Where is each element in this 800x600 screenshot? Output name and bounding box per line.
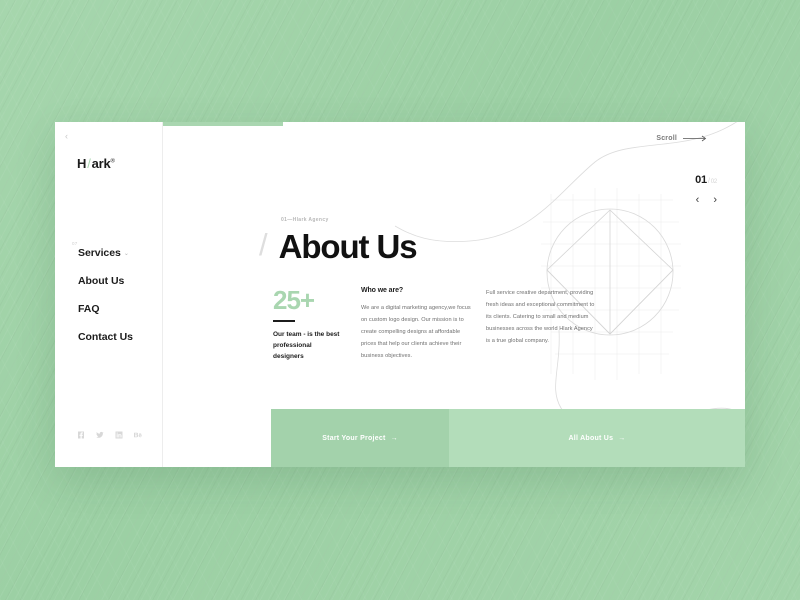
twitter-icon[interactable] <box>96 431 104 439</box>
sidebar-item-label: Services <box>78 247 121 259</box>
sidebar-item-contact-us[interactable]: Contact Us <box>78 331 133 343</box>
stat-divider <box>273 320 295 322</box>
arrow-right-icon: → <box>618 434 626 442</box>
next-slide-button[interactable]: › <box>713 195 717 206</box>
arrow-right-icon: → <box>390 434 398 442</box>
facebook-icon[interactable] <box>77 431 85 439</box>
copy-column-title: Who we are? <box>361 287 404 294</box>
slider-arrows: ‹ › <box>695 195 717 206</box>
main-navigation: 07 Services ⌄ About Us FAQ Contact Us <box>72 241 133 359</box>
page-title-row: / About Us <box>259 227 418 265</box>
cta-strip: Start Your Project → All About Us → <box>271 409 745 467</box>
logo-trademark: ® <box>110 158 115 165</box>
logo-suffix: ark <box>91 156 111 171</box>
chevron-down-icon: ⌄ <box>123 250 129 257</box>
main-content: Scroll 01/02 ‹ › 01—Hlark Agency / About… <box>163 122 745 467</box>
long-arrow-right-icon <box>683 135 707 142</box>
scroll-label: Scroll <box>656 135 677 142</box>
brand-logo[interactable]: H/ark® <box>77 156 115 171</box>
sidebar: ‹ H/ark® 07 Services ⌄ About Us FAQ Conta… <box>55 122 163 467</box>
prev-slide-button[interactable]: ‹ <box>696 195 700 206</box>
linkedin-icon[interactable] <box>115 431 123 439</box>
slider-control: 01/02 ‹ › <box>695 174 717 206</box>
sidebar-item-label: About Us <box>78 275 125 287</box>
stat-caption: Our team - is the best professional desi… <box>273 330 340 360</box>
logo-prefix: H <box>77 156 87 171</box>
copy-column-body: Full service creative department, provid… <box>486 290 595 345</box>
title-slash-decoration: / <box>259 227 268 262</box>
slide-total: 02 <box>710 179 717 185</box>
copy-column-full-service: Full service creative department, provid… <box>486 287 596 362</box>
cta-secondary-label: All About Us <box>568 434 614 442</box>
scroll-indicator[interactable]: Scroll <box>656 135 709 142</box>
stat-number: 25+ <box>273 285 315 315</box>
slide-current: 01 <box>695 174 707 186</box>
content-columns: 25+ Our team - is the best professional … <box>273 287 745 362</box>
sidebar-item-label: FAQ <box>78 303 100 315</box>
slide-counter: 01/02 <box>695 174 717 186</box>
cta-primary-label: Start Your Project <box>322 434 386 442</box>
behance-icon[interactable] <box>134 431 142 439</box>
sidebar-item-label: Contact Us <box>78 331 133 343</box>
slide-separator: / <box>707 178 710 185</box>
sidebar-item-services[interactable]: Services ⌄ <box>78 247 133 259</box>
copy-column-body: We are a digital marketing agency,we foc… <box>361 305 471 360</box>
stat-block: 25+ Our team - is the best professional … <box>273 287 361 362</box>
cta-primary-label-wrap: Start Your Project → <box>322 435 398 442</box>
copy-column-who-we-are: Who we are? We are a digital marketing a… <box>361 287 471 362</box>
sidebar-item-faq[interactable]: FAQ <box>78 303 133 315</box>
social-links <box>77 431 142 439</box>
back-chevron-icon[interactable]: ‹ <box>65 132 68 141</box>
nav-index-label: 07 <box>72 241 78 246</box>
section-eyebrow: 01—Hlark Agency <box>281 217 329 223</box>
cta-secondary-label-wrap: All About Us → <box>569 435 626 442</box>
page-title: About Us <box>278 228 418 265</box>
start-your-project-button[interactable]: Start Your Project → <box>271 409 449 467</box>
all-about-us-button[interactable]: All About Us → <box>449 409 745 467</box>
sidebar-item-about-us[interactable]: About Us <box>78 275 133 287</box>
website-preview-card: ‹ H/ark® 07 Services ⌄ About Us FAQ Conta… <box>55 122 745 467</box>
